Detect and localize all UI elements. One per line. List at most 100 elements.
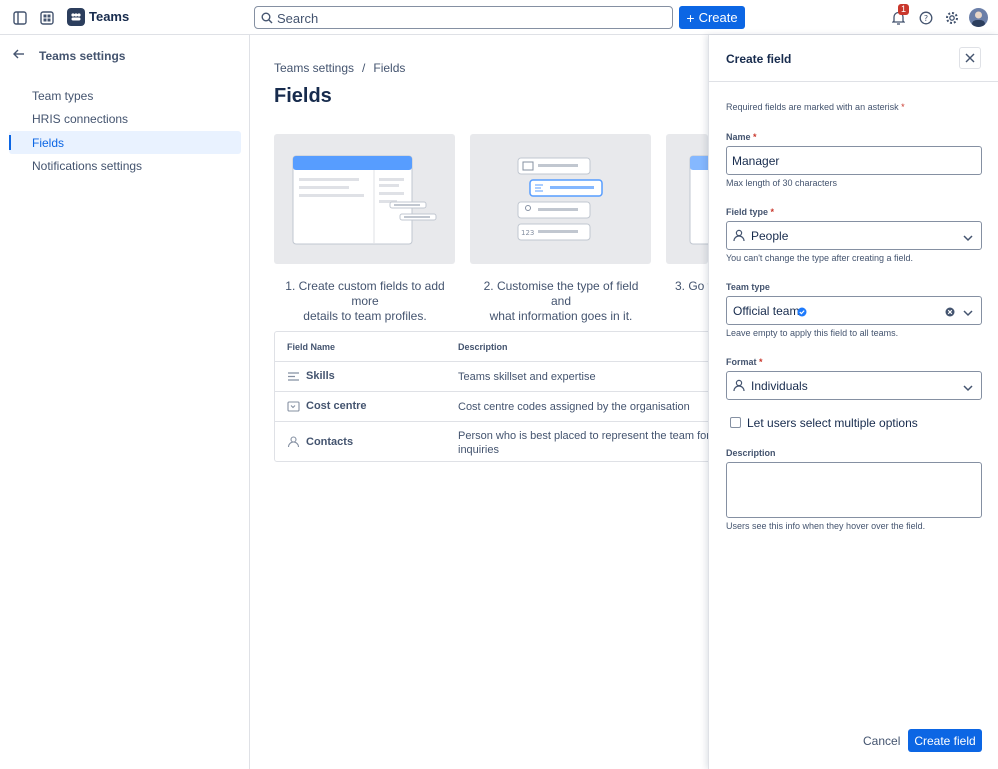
verified-badge-icon (797, 306, 807, 320)
panel-header-divider (709, 81, 998, 82)
card-illustration-custom-fields (274, 134, 455, 264)
field-name-cell: Cost centre (287, 400, 367, 412)
name-help-text: Max length of 30 characters (726, 178, 838, 188)
field-description-line1: Person who is best placed to represent t… (458, 430, 710, 442)
app-name[interactable]: Teams (89, 9, 129, 24)
search-placeholder: Search (277, 11, 319, 26)
chevron-down-icon (963, 231, 973, 245)
column-header-description[interactable]: Description (458, 332, 508, 361)
table-row[interactable]: Skills Teams skillset and expertise (275, 361, 713, 391)
field-name: Skills (306, 370, 335, 382)
card-caption-1-line2: details to team profiles. (303, 309, 427, 323)
close-button[interactable] (959, 47, 981, 69)
user-avatar[interactable] (969, 8, 988, 27)
create-button-label: Create (698, 10, 738, 25)
card-caption-3: 3. Go to (675, 279, 708, 293)
card-caption-1-line1: 1. Create custom fields to add more (285, 279, 445, 308)
field-description: Teams skillset and expertise (458, 371, 596, 383)
team-type-label: Team type (726, 282, 770, 292)
svg-text:?: ? (923, 14, 927, 23)
field-description-line2: inquiries (458, 444, 499, 456)
chevron-down-icon (963, 306, 973, 320)
field-name: Contacts (306, 436, 354, 448)
person-icon (733, 379, 745, 395)
svg-text:123: 123 (521, 229, 534, 237)
search-icon (261, 12, 273, 24)
plus-icon: + (686, 9, 695, 26)
sidebar-item-team-types[interactable]: Team types (9, 84, 241, 107)
card-caption-1: 1. Create custom fields to add more deta… (276, 279, 454, 324)
format-value: Individuals (751, 379, 808, 393)
breadcrumb-separator: / (362, 61, 366, 75)
close-icon (965, 53, 975, 63)
sidebar-title: Teams settings (39, 49, 126, 63)
description-textarea[interactable] (726, 462, 982, 518)
field-description: Person who is best placed to represent t… (458, 429, 710, 457)
team-type-help-text: Leave empty to apply this field to all t… (726, 328, 899, 338)
team-type-select[interactable]: Official team (726, 296, 982, 325)
format-label-text: Format (726, 357, 757, 367)
table-row[interactable]: Contacts Person who is best placed to re… (275, 421, 713, 461)
create-field-button[interactable]: Create field (908, 729, 982, 752)
field-type-label-text: Field type (726, 207, 769, 217)
fields-table: Field Name Description Skills Teams skil… (274, 331, 714, 462)
search-input[interactable]: Search (254, 6, 673, 29)
field-type-help-text: You can't change the type after creating… (726, 253, 914, 263)
card-caption-2-line2: what information goes in it. (489, 309, 633, 323)
notification-count-badge: 1 (898, 4, 910, 15)
sidebar-item-notifications-settings[interactable]: Notifications settings (9, 154, 241, 177)
help-icon[interactable]: ? (917, 9, 934, 26)
cancel-button[interactable]: Cancel (855, 729, 908, 752)
card-caption-2: 2. Customise the type of field and what … (472, 279, 650, 324)
breadcrumb: Teams settings / Fields (274, 61, 405, 75)
settings-gear-icon[interactable] (943, 9, 960, 26)
person-icon (287, 436, 300, 448)
required-asterisk: * (770, 207, 775, 217)
sidebar-item-hris-connections[interactable]: HRIS connections (9, 107, 241, 130)
field-type-value: People (751, 229, 789, 243)
field-type-select[interactable]: People (726, 221, 982, 250)
description-label: Description (726, 448, 776, 458)
column-header-field-name[interactable]: Field Name (287, 332, 335, 361)
required-asterisk: * (759, 357, 763, 367)
format-label: Format * (726, 357, 763, 367)
dropdown-field-icon (287, 400, 300, 412)
card-caption-2-line1: 2. Customise the type of field and (483, 279, 639, 308)
teams-logo-icon[interactable] (67, 8, 85, 26)
page-title: Fields (274, 85, 332, 107)
name-input-value: Manager (732, 154, 780, 168)
sidebar: Teams settings Team types HRIS connectio… (0, 35, 250, 769)
card-illustration-3 (666, 134, 708, 264)
format-select[interactable]: Individuals (726, 371, 982, 400)
breadcrumb-teams-settings[interactable]: Teams settings (274, 61, 354, 75)
create-field-panel: Create field Required fields are marked … (708, 35, 998, 769)
clear-selection-icon[interactable] (945, 306, 955, 320)
multiple-options-label[interactable]: Let users select multiple options (747, 416, 918, 430)
description-help-text: Users see this info when they hover over… (726, 521, 926, 531)
multiple-options-checkbox[interactable] (730, 417, 741, 428)
create-button[interactable]: + Create (679, 6, 745, 29)
name-label: Name * (726, 132, 757, 142)
required-note: Required fields are marked with an aster… (726, 102, 905, 112)
name-input[interactable]: Manager (726, 146, 982, 175)
required-asterisk: * (901, 102, 905, 112)
text-field-icon (288, 371, 299, 381)
person-icon (733, 229, 745, 245)
field-type-label: Field type * (726, 207, 774, 217)
back-button[interactable] (12, 47, 26, 61)
top-navigation: Teams Search + Create 1 ? (0, 0, 998, 35)
field-name-cell: Contacts (287, 436, 353, 448)
sidebar-item-fields[interactable]: Fields (9, 131, 241, 154)
name-label-text: Name (726, 132, 751, 142)
card-illustration-field-types: 123 (470, 134, 651, 264)
breadcrumb-fields[interactable]: Fields (373, 61, 405, 75)
app-switcher-icon[interactable] (38, 9, 55, 26)
sidebar-toggle-icon[interactable] (11, 9, 28, 26)
field-name: Cost centre (306, 400, 367, 412)
table-row[interactable]: Cost centre Cost centre codes assigned b… (275, 391, 713, 421)
panel-title: Create field (726, 52, 792, 66)
team-type-value: Official team (733, 304, 800, 318)
field-name-cell: Skills (287, 370, 335, 382)
required-asterisk: * (753, 132, 757, 142)
chevron-down-icon (963, 381, 973, 395)
